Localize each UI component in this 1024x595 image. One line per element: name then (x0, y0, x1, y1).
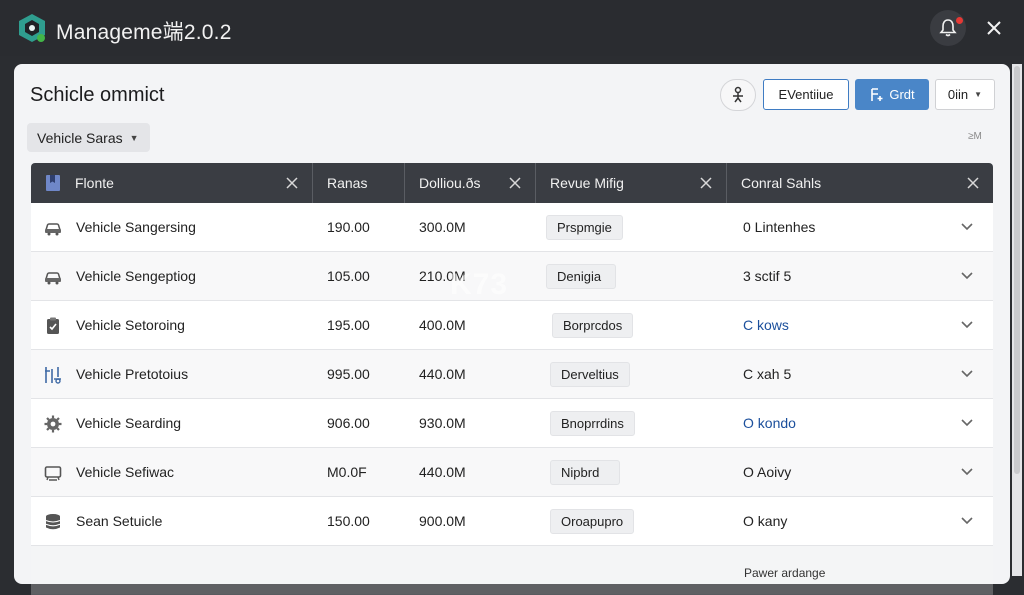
table-header: Flonte Ranas Dolliou.ðs Revue Mifig Conr… (31, 163, 993, 203)
chevron-down-icon[interactable] (959, 513, 975, 529)
vehicle-name: Sean Setuicle (76, 513, 163, 529)
user-add-icon (871, 87, 883, 101)
rate-cell: 995.00 (327, 366, 370, 382)
grant-button[interactable]: Grdt (855, 79, 929, 110)
review-tag: Denigia (546, 264, 616, 289)
column-header-status[interactable]: Conral Sahls (727, 163, 993, 203)
review-tag: Oroapupro (550, 509, 635, 534)
car-icon (44, 272, 62, 285)
event-button-label: EVentiiue (778, 87, 834, 102)
rate-cell: M0.0F (327, 464, 367, 480)
footer-note: Pawer ardange (744, 566, 826, 580)
status-cell: C kows (743, 317, 789, 333)
status-cell: O kany (743, 513, 788, 529)
scrollbar-thumb[interactable] (1014, 66, 1020, 474)
dollars-cell: 400.0M (419, 317, 466, 333)
size-hint: ≥M (968, 131, 982, 142)
vehicle-name: Vehicle Pretotoius (76, 366, 189, 382)
watermark-logo: K73 (450, 268, 509, 301)
review-tag: Derveltius (550, 362, 630, 387)
options-select[interactable]: 0iin ▼ (935, 79, 995, 110)
bookmark-icon (46, 175, 60, 191)
table-row[interactable]: Vehicle Sefiwac M0.0F 440.0M Nipbrd O Ao… (31, 448, 993, 497)
vehicle-name: Vehicle Setoroing (76, 317, 185, 333)
column-header-review[interactable]: Revue Mifig (536, 163, 727, 203)
clipboard-check-icon (47, 317, 59, 334)
dollars-cell: 300.0M (419, 219, 466, 235)
chevron-down-icon[interactable] (959, 415, 975, 431)
grant-button-label: Grdt (889, 87, 915, 102)
close-icon[interactable] (507, 175, 523, 191)
dollars-cell: 440.0M (419, 464, 466, 480)
vehicle-name: Vehicle Sangersing (76, 219, 196, 235)
table-row[interactable]: Vehicle Searding 906.00 930.0M Bnoprrdin… (31, 399, 993, 448)
table-row-partial (31, 546, 993, 595)
notification-badge (956, 17, 963, 24)
notifications-button[interactable] (930, 10, 966, 46)
dollars-cell: 900.0M (419, 513, 466, 529)
vehicle-name: Vehicle Searding (76, 415, 182, 431)
gear-icon (44, 415, 62, 433)
options-select-label: 0iin (947, 87, 969, 102)
vehicle-table: Flonte Ranas Dolliou.ðs Revue Mifig Conr… (31, 163, 993, 595)
review-tag: Bnoprrdins (550, 411, 635, 436)
header-label: Ranas (327, 175, 368, 191)
caret-down-icon: ▼ (129, 132, 139, 143)
rate-cell: 906.00 (327, 415, 370, 431)
app-title: Manageme端2.0.2 (56, 21, 232, 44)
column-header-name[interactable]: Flonte (31, 163, 313, 203)
monitor-icon (44, 466, 62, 481)
review-tag: Borprcdos (552, 313, 634, 338)
caret-down-icon: ▼ (974, 90, 983, 99)
status-cell: C xah 5 (743, 366, 792, 382)
status-cell: O kondo (743, 415, 796, 431)
rate-cell: 190.00 (327, 219, 370, 235)
title-bar: Manageme端2.0.2 (0, 0, 1024, 56)
rate-cell: 195.00 (327, 317, 370, 333)
chevron-down-icon[interactable] (959, 268, 975, 284)
rate-cell: 150.00 (327, 513, 370, 529)
table-row[interactable]: Vehicle Pretotoius 995.00 440.0M Dervelt… (31, 350, 993, 399)
review-tag: Prspmgie (546, 215, 623, 240)
page-title: Schicle ommict (30, 84, 165, 106)
app-logo-icon (18, 13, 46, 43)
close-icon (987, 21, 1001, 35)
header-label: Dolliou.ðs (419, 175, 481, 191)
header-label: Revue Mifig (550, 175, 624, 191)
rate-cell: 105.00 (327, 268, 370, 284)
dollars-cell: 440.0M (419, 366, 466, 382)
review-tag: Nipbrd (550, 460, 620, 485)
close-icon[interactable] (965, 175, 981, 191)
chevron-down-icon[interactable] (959, 464, 975, 480)
status-cell: 3 sctif 5 (743, 268, 792, 284)
status-cell: 0 Lintenhes (743, 219, 816, 235)
bell-icon (939, 19, 957, 37)
chevron-down-icon[interactable] (959, 317, 975, 333)
car-icon (44, 223, 62, 236)
dollars-cell: 930.0M (419, 415, 466, 431)
table-row[interactable]: Vehicle Sangersing 190.00 300.0M Prspmgi… (31, 203, 993, 252)
chevron-down-icon[interactable] (959, 366, 975, 382)
person-icon (733, 86, 743, 103)
close-icon[interactable] (284, 175, 300, 191)
grid-tool-icon (45, 367, 61, 384)
vehicle-name: Vehicle Sengeptiog (76, 268, 196, 284)
chevron-down-icon[interactable] (959, 219, 975, 235)
close-window-button[interactable] (980, 14, 1008, 42)
filter-label: Vehicle Saras (37, 129, 123, 146)
table-row[interactable]: Sean Setuicle 150.00 900.0M Oroapupro O … (31, 497, 993, 546)
column-header-dollars[interactable]: Dolliou.ðs (405, 163, 536, 203)
vehicle-name: Vehicle Sefiwac (76, 464, 175, 480)
vehicle-filter-dropdown[interactable]: Vehicle Saras ▼ (27, 123, 150, 152)
event-button[interactable]: EVentiiue (763, 79, 849, 110)
close-icon[interactable] (698, 175, 714, 191)
header-label: Flonte (75, 175, 114, 191)
header-label: Conral Sahls (741, 175, 822, 191)
database-icon (45, 514, 61, 530)
person-tool-button[interactable] (720, 79, 756, 111)
status-cell: O Aoivy (743, 464, 792, 480)
column-header-rate[interactable]: Ranas (313, 163, 405, 203)
table-row[interactable]: Vehicle Setoroing 195.00 400.0M Borprcdo… (31, 301, 993, 350)
table-row[interactable]: Vehicle Sengeptiog 105.00 210.0M Denigia… (31, 252, 993, 301)
